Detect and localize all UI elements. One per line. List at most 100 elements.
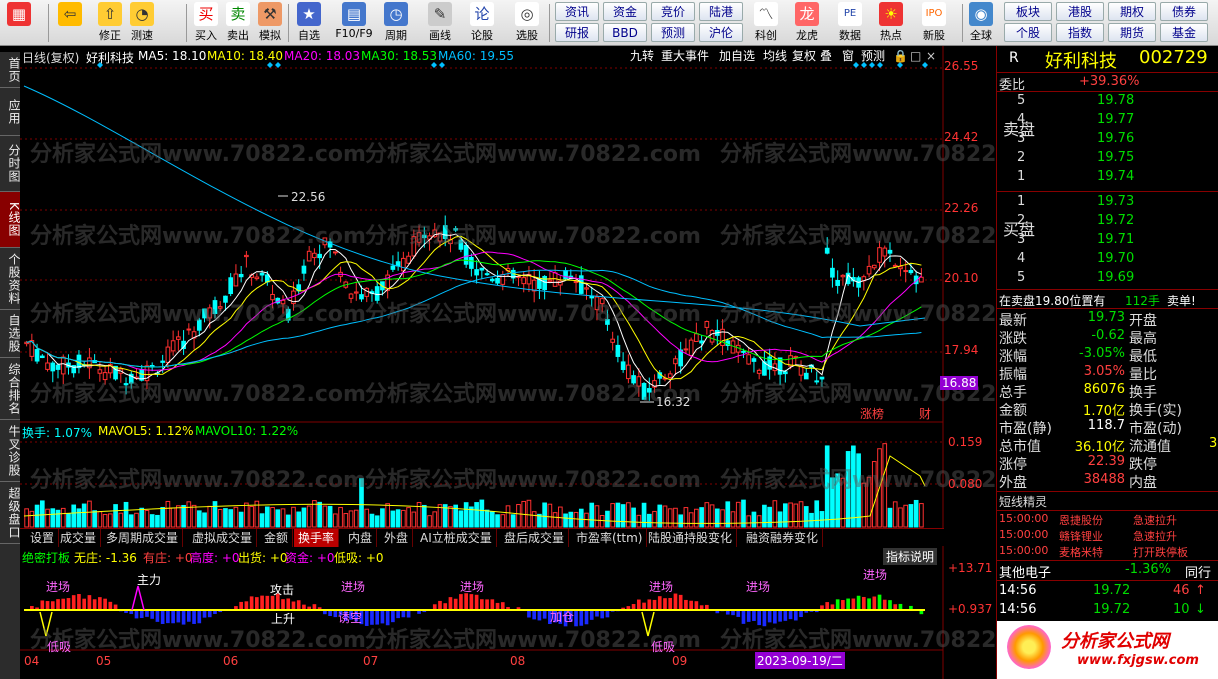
toolbar-buy-button[interactable]: 买买入 xyxy=(192,2,220,44)
indicator-tab-6[interactable]: 内盘 xyxy=(344,529,378,547)
toolbar-dragon-button[interactable]: 龙龙虎 xyxy=(789,2,825,44)
finance-tag[interactable]: 财 xyxy=(919,405,931,422)
candle-body xyxy=(270,293,275,301)
toolbar-f10-button[interactable]: ▤ F10/F9 xyxy=(334,2,374,44)
indicator-tab-11[interactable]: 陆股通持股变化 xyxy=(644,529,738,547)
toolbar-pill-2[interactable]: 竞价 xyxy=(651,2,695,21)
toolbar-grid-button[interactable]: ▦ xyxy=(6,2,32,44)
toolbar-sell-button[interactable]: 卖卖出 xyxy=(224,2,252,44)
indicator-tab-7[interactable]: 外盘 xyxy=(380,529,414,547)
side-tab-2[interactable]: 分时图 xyxy=(0,136,21,192)
short-stock[interactable]: 赣锋锂业 xyxy=(1059,528,1103,544)
volume-bar xyxy=(102,513,108,528)
indicator-tab-0[interactable]: 设置 xyxy=(26,529,60,547)
indicator-tab-10[interactable]: 市盈率(ttm) xyxy=(572,529,648,547)
indicator-bar xyxy=(783,610,788,621)
toolbar-hot-button[interactable]: ☀ 热点 xyxy=(873,2,909,44)
restore-icon[interactable]: □ xyxy=(910,48,921,64)
toolbar-pill-7[interactable]: 沪伦 xyxy=(699,23,743,42)
toolbar-period-button[interactable]: ◷ 周期 xyxy=(378,2,414,44)
buy-price[interactable]: 19.70 xyxy=(1097,251,1134,266)
toolbar-pill-1[interactable]: 资金 xyxy=(603,2,647,21)
buy-price[interactable]: 19.69 xyxy=(1097,270,1134,285)
indicator-tab-3[interactable]: 虚拟成交量 xyxy=(188,529,258,547)
market-pill-5[interactable]: 指数 xyxy=(1056,23,1104,42)
indicator-bar xyxy=(192,610,196,624)
toolbar-back-arrow-button[interactable]: ⇦ xyxy=(56,2,84,44)
kline-chart-area[interactable]: 分析家公式网www.70822.com 分析家公式网www.70822.com … xyxy=(20,46,1056,679)
volume-bar xyxy=(814,500,820,528)
side-tab-5[interactable]: 自选股 xyxy=(0,310,21,358)
indicator-tab-12[interactable]: 融资融券变化 xyxy=(742,529,824,547)
indicator-bar xyxy=(160,610,165,624)
toolbar-star-button[interactable]: ★ 自选 xyxy=(294,2,324,44)
buy-price[interactable]: 19.72 xyxy=(1097,213,1134,228)
chart-button-5[interactable]: 叠 xyxy=(820,48,832,64)
sell-price[interactable]: 19.75 xyxy=(1097,150,1134,165)
toolbar-gavel-button[interactable]: ⚒ 模拟 xyxy=(256,2,284,44)
peer-button[interactable]: 同行 xyxy=(1185,562,1211,581)
chart-button-7[interactable]: 预测 xyxy=(861,48,885,64)
indicator-tab-5[interactable]: 换手率 xyxy=(294,529,340,547)
sell-price[interactable]: 19.77 xyxy=(1097,112,1134,127)
sell-price[interactable]: 19.78 xyxy=(1097,93,1134,108)
toolbar-up-arrow-button[interactable]: ⇧ 修正 xyxy=(96,2,124,44)
toolbar-discuss-button[interactable]: 论论股 xyxy=(467,2,497,44)
indicator-tab-9[interactable]: 盘后成交量 xyxy=(500,529,570,547)
indicator-explain-button[interactable]: 指标说明 xyxy=(883,548,938,565)
short-stock[interactable]: 麦格米特 xyxy=(1059,544,1103,560)
indicator-tab-8[interactable]: AI立桩成交量 xyxy=(416,529,497,547)
indicator-bar xyxy=(668,597,673,611)
toolbar-ipo-button[interactable]: IPO 新股 xyxy=(916,2,952,44)
toolbar-pill-3[interactable]: 陆港 xyxy=(699,2,743,21)
indicator-bar xyxy=(459,594,463,611)
market-pill-3[interactable]: 债券 xyxy=(1160,2,1208,21)
side-tab-1[interactable]: 应用 xyxy=(0,88,21,136)
quote-label-2: 最高 xyxy=(1129,331,1157,347)
chart-button-1[interactable]: 重大事件 xyxy=(661,48,709,64)
toolbar-pe-button[interactable]: PE 数据 xyxy=(832,2,868,44)
lock-icon[interactable]: 🔒 xyxy=(893,48,908,64)
short-stock[interactable]: 恩捷股份 xyxy=(1059,512,1103,528)
back-arrow-icon: ⇦ xyxy=(58,2,82,26)
side-tab-6[interactable]: 综合排名 xyxy=(0,358,21,420)
sell-price[interactable]: 19.76 xyxy=(1097,131,1134,146)
sector-name[interactable]: 其他电子 xyxy=(999,562,1051,581)
side-tab-7[interactable]: 牛叉诊股 xyxy=(0,420,21,482)
toolbar-globe-button[interactable]: ◉ 全球 xyxy=(963,2,999,44)
market-pill-1[interactable]: 港股 xyxy=(1056,2,1104,21)
indicator-tab-2[interactable]: 多周期成交量 xyxy=(102,529,184,547)
toolbar-pill-4[interactable]: 研报 xyxy=(555,23,599,42)
close-icon[interactable]: × xyxy=(926,48,936,64)
side-tab-8[interactable]: 超级盘口 xyxy=(0,482,21,544)
side-tab-3[interactable]: K线图 xyxy=(0,192,21,248)
volume-bar xyxy=(301,507,307,528)
toolbar-pill-0[interactable]: 资讯 xyxy=(555,2,599,21)
toolbar-pencil-button[interactable]: ✎ 画线 xyxy=(423,2,457,44)
chart-button-2[interactable]: 加自选 xyxy=(719,48,755,64)
indicator-tab-1[interactable]: 成交量 xyxy=(56,529,102,547)
buy-price[interactable]: 19.71 xyxy=(1097,232,1134,247)
chart-button-6[interactable]: 窗 xyxy=(842,48,854,64)
market-pill-0[interactable]: 板块 xyxy=(1004,2,1052,21)
toolbar-sci-button[interactable]: 〽科创 xyxy=(748,2,784,44)
market-pill-4[interactable]: 个股 xyxy=(1004,23,1052,42)
toolbar-select-stock-button[interactable]: ◎ 选股 xyxy=(510,2,544,44)
candle-body xyxy=(615,344,621,357)
side-tab-4[interactable]: 个股资料 xyxy=(0,248,21,310)
event-tag[interactable]: 涨榜 xyxy=(860,405,884,422)
chart-button-0[interactable]: 九转 xyxy=(630,48,654,64)
buy-price[interactable]: 19.73 xyxy=(1097,194,1134,209)
toolbar-pill-6[interactable]: 预测 xyxy=(651,23,695,42)
indicator-bar xyxy=(270,595,275,611)
toolbar-speed-button[interactable]: ◔ 测速 xyxy=(127,2,157,44)
indicator-tab-4[interactable]: 金额 xyxy=(260,529,294,547)
market-pill-6[interactable]: 期货 xyxy=(1108,23,1156,42)
toolbar-pill-5[interactable]: BBD xyxy=(603,23,647,42)
chart-button-3[interactable]: 均线 xyxy=(763,48,787,64)
market-pill-2[interactable]: 期权 xyxy=(1108,2,1156,21)
chart-button-4[interactable]: 复权 xyxy=(792,48,816,64)
market-pill-7[interactable]: 基金 xyxy=(1160,23,1208,42)
side-tab-0[interactable]: 首页 xyxy=(0,52,21,88)
sell-price[interactable]: 19.74 xyxy=(1097,169,1134,184)
